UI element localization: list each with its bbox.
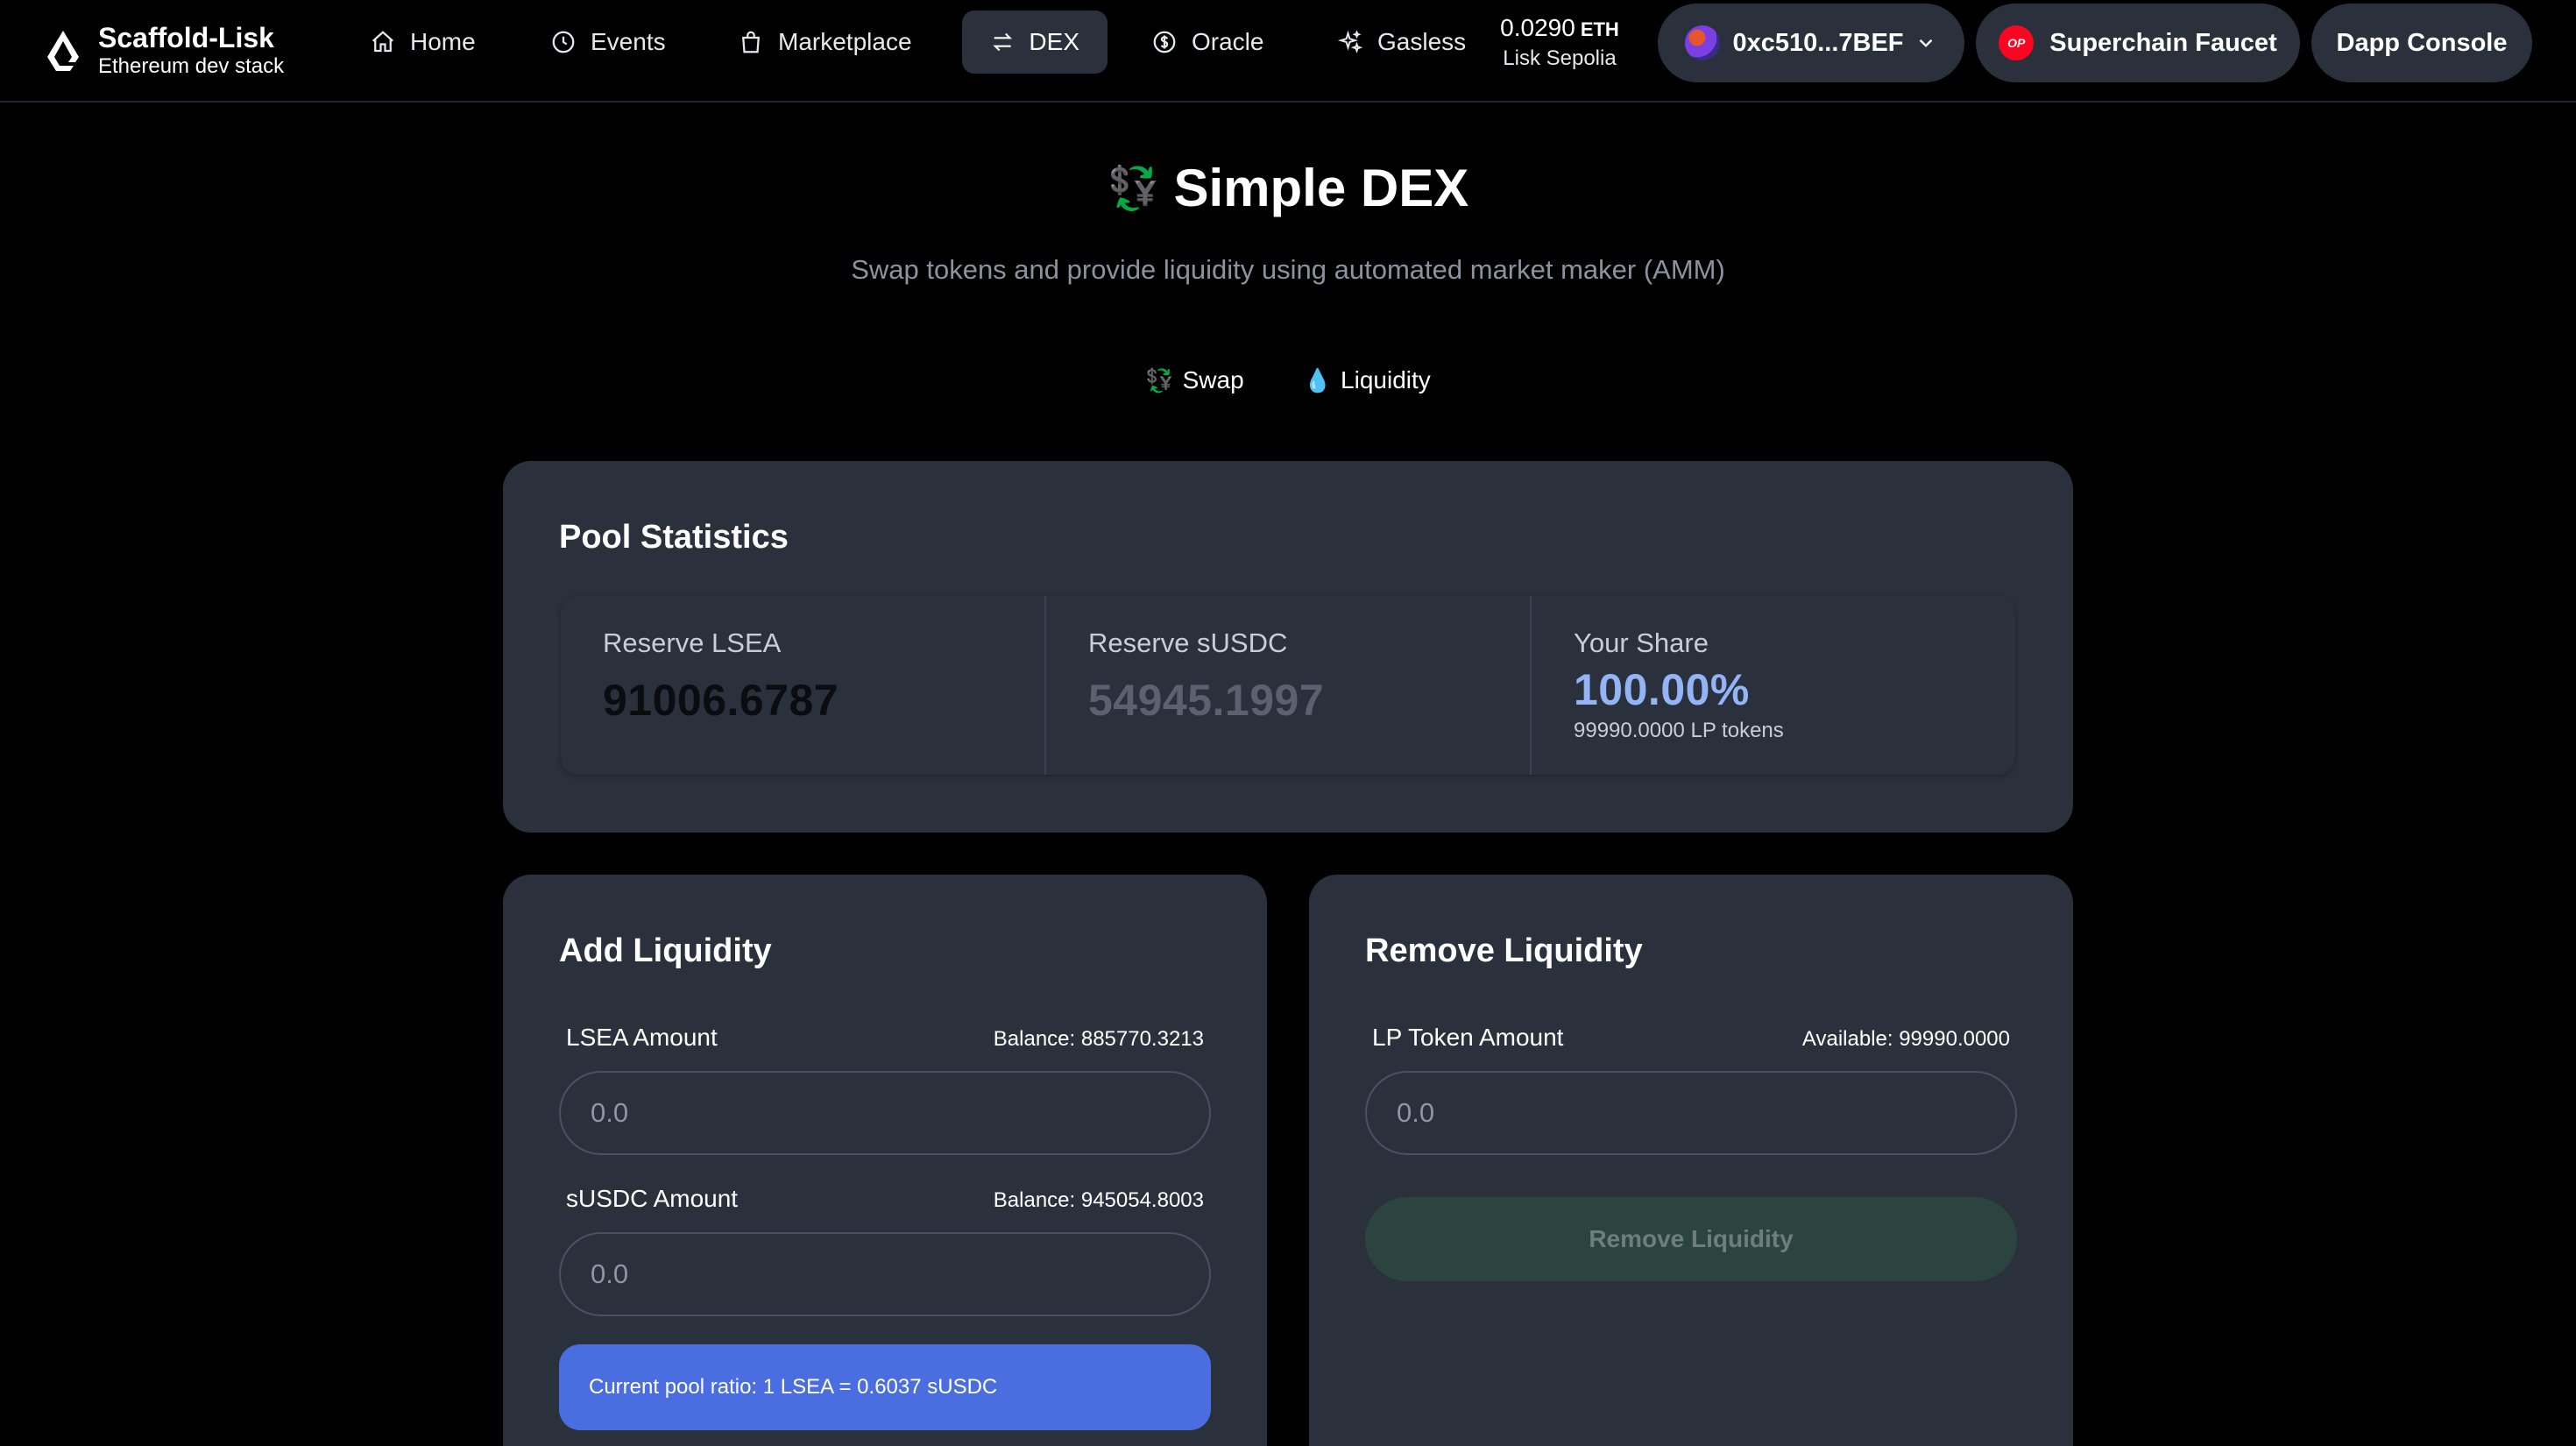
tab-liquidity[interactable]: 💧 Liquidity — [1304, 366, 1431, 394]
nav-gasless[interactable]: Gasless — [1309, 11, 1494, 74]
currency-exchange-icon: 💱 — [1145, 366, 1174, 393]
stat-value: 54945.1997 — [1088, 676, 1325, 725]
nav-marketplace[interactable]: Marketplace — [710, 11, 940, 74]
add-liquidity-card: Add Liquidity LSEA Amount Balance: 88577… — [503, 875, 1267, 1446]
add-liquidity-title: Add Liquidity — [559, 932, 772, 969]
susdc-amount-input[interactable]: 0.0 — [559, 1232, 1211, 1316]
account-address: 0xc510...7BEF — [1732, 28, 1904, 57]
nav-dex-label: DEX — [1029, 28, 1079, 55]
optimism-logo-icon: OP — [1999, 25, 2035, 60]
droplet-icon: 💧 — [1303, 366, 1333, 393]
stat-label: Your Share — [1574, 627, 1709, 658]
lsea-balance: Balance: 885770.3213 — [993, 1027, 1204, 1051]
susdc-amount-label: sUSDC Amount — [566, 1185, 739, 1212]
tab-liquidity-label: Liquidity — [1341, 366, 1431, 393]
stat-value: 91006.6787 — [603, 676, 839, 725]
wallet-balance: 0.0290 ETH Lisk Sepolia — [1490, 12, 1630, 72]
balance-amount: 0.0290 — [1500, 14, 1575, 41]
stat-reserve-lsea: Reserve LSEA 91006.6787 — [561, 596, 1044, 775]
faucet-label: Superchain Faucet — [2049, 28, 2277, 57]
lp-available: Available: 99990.0000 — [1801, 1027, 2010, 1051]
stat-reserve-susdc: Reserve sUSDC 54945.1997 — [1044, 596, 1530, 775]
nav-marketplace-label: Marketplace — [778, 28, 912, 55]
input-placeholder: 0.0 — [1397, 1097, 1435, 1128]
remove-liquidity-button[interactable]: Remove Liquidity — [1365, 1197, 2017, 1281]
shopping-bag-icon — [742, 31, 760, 53]
remove-liquidity-card: Remove Liquidity LP Token Amount Availab… — [1309, 875, 2073, 1446]
nav-dex[interactable]: DEX — [962, 11, 1108, 74]
dollar-circle-icon — [1153, 31, 1176, 53]
remove-liquidity-title: Remove Liquidity — [1365, 932, 1643, 969]
pool-ratio-info: Current pool ratio: 1 LSEA = 0.6037 sUSD… — [559, 1344, 1211, 1430]
stat-label: Reserve LSEA — [603, 627, 782, 658]
network-name: Lisk Sepolia — [1503, 46, 1617, 70]
clock-icon — [552, 31, 575, 53]
page-title-text: Simple DEX — [1173, 159, 1469, 217]
pool-statistics-title: Pool Statistics — [559, 519, 789, 556]
account-dropdown-button[interactable]: 0xc510...7BEF — [1658, 4, 1964, 82]
superchain-faucet-button[interactable]: OP Superchain Faucet — [1976, 4, 2300, 82]
input-placeholder: 0.0 — [591, 1097, 629, 1128]
dex-tabs: 💱 Swap 💧 Liquidity — [0, 366, 2576, 394]
nav-oracle[interactable]: Oracle — [1123, 11, 1292, 74]
nav-events-label: Events — [591, 28, 666, 55]
tab-swap[interactable]: 💱 Swap — [1145, 366, 1243, 394]
lp-token-amount-input[interactable]: 0.0 — [1365, 1071, 2017, 1155]
nav-oracle-label: Oracle — [1192, 28, 1264, 55]
nav-home[interactable]: Home — [342, 11, 504, 74]
tab-swap-label: Swap — [1182, 366, 1244, 393]
sparkles-icon — [1337, 30, 1363, 53]
nav-gasless-label: Gasless — [1377, 28, 1467, 55]
nav-events[interactable]: Events — [522, 11, 694, 74]
nav-home-label: Home — [410, 28, 476, 55]
page-subtitle: Swap tokens and provide liquidity using … — [851, 254, 1725, 285]
currency-exchange-icon: 💱 — [1107, 166, 1160, 212]
input-placeholder: 0.0 — [591, 1258, 629, 1289]
arrows-swap-icon — [993, 32, 1013, 52]
page-title: 💱 Simple DEX — [0, 158, 2576, 218]
brand-title: Scaffold-Lisk — [98, 22, 274, 53]
dapp-console-button[interactable]: Dapp Console — [2311, 4, 2532, 82]
avatar — [1685, 25, 1721, 60]
top-navbar: Scaffold-Lisk Ethereum dev stack Home Ev… — [0, 0, 2576, 103]
balance-unit: ETH — [1580, 18, 1619, 40]
lisk-logo-icon — [47, 31, 79, 71]
stat-description: 99990.0000 LP tokens — [1574, 719, 1784, 742]
chevron-down-icon — [1919, 39, 1932, 47]
pool-stats-group: Reserve LSEA 91006.6787 Reserve sUSDC 54… — [561, 596, 2015, 775]
brand-subtitle: Ethereum dev stack — [98, 54, 285, 78]
stat-label: Reserve sUSDC — [1088, 627, 1288, 658]
home-icon — [372, 31, 393, 53]
stat-your-share: Your Share 100.00% 99990.0000 LP tokens — [1530, 596, 2015, 775]
stat-value: 100.00% — [1574, 665, 1750, 714]
lsea-amount-label: LSEA Amount — [566, 1024, 718, 1051]
brand[interactable]: Scaffold-Lisk Ethereum dev stack — [44, 16, 284, 86]
susdc-balance: Balance: 945054.8003 — [993, 1188, 1204, 1212]
lsea-amount-input[interactable]: 0.0 — [559, 1071, 1211, 1155]
dapp-console-label: Dapp Console — [2336, 28, 2508, 57]
lp-token-amount-label: LP Token Amount — [1372, 1024, 1564, 1051]
